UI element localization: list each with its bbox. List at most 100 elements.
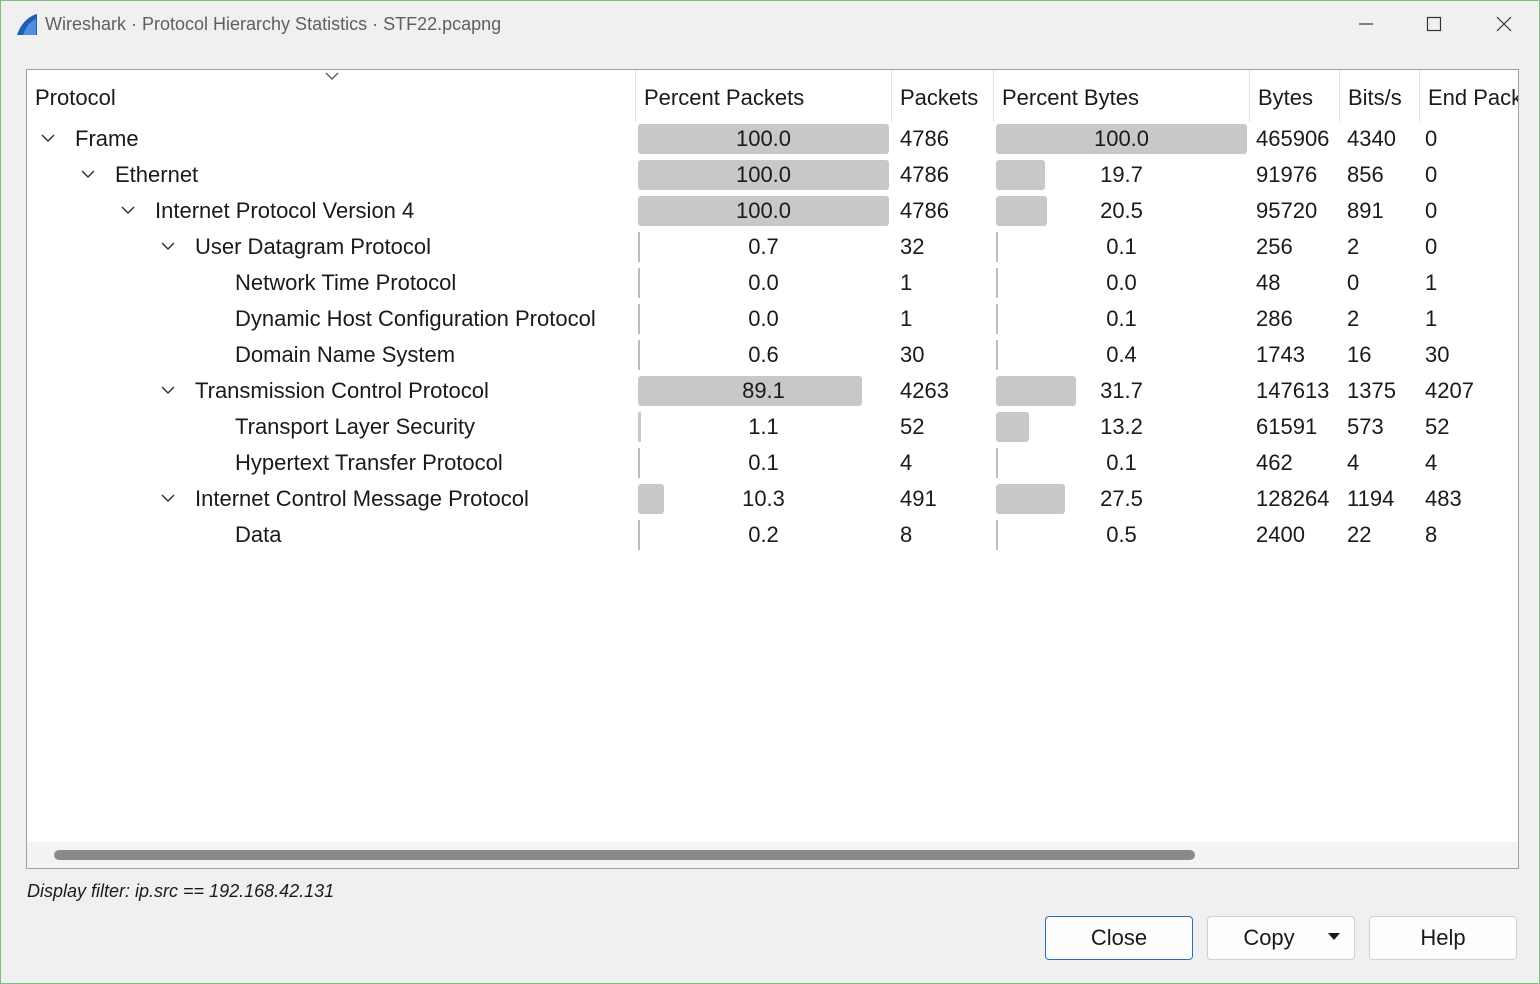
scrollbar-thumb[interactable] — [54, 850, 1195, 860]
tree-row[interactable]: Network Time Protocol 0.0 1 0.0 48 0 1 — [27, 265, 1518, 301]
percent-packets-value: 10.3 — [742, 486, 785, 511]
end-packets-value: 1 — [1425, 306, 1438, 331]
end-packets-value: 0 — [1425, 162, 1438, 187]
protocol-name: Ethernet — [115, 162, 199, 187]
protocol-name: User Datagram Protocol — [195, 234, 431, 259]
tree-row[interactable]: Transmission Control Protocol 89.1 4263 31.… — [27, 373, 1518, 409]
bytes-value: 1743 — [1256, 342, 1305, 367]
horizontal-scrollbar[interactable] — [27, 842, 1518, 868]
tree-row[interactable]: Domain Name System 0.6 30 0.4 1743 16 30 — [27, 337, 1518, 373]
end-packets-value: 8 — [1425, 522, 1438, 547]
column-header-bits-per-second[interactable]: Bits/s — [1340, 70, 1420, 122]
end-packets-value: 1 — [1425, 270, 1438, 295]
bytes-value: 128264 — [1256, 486, 1330, 511]
title-bar: Wireshark · Protocol Hierarchy Statistic… — [1, 1, 1539, 47]
dialog-window: Wireshark · Protocol Hierarchy Statistic… — [0, 0, 1540, 984]
chevron-down-icon[interactable] — [40, 132, 56, 144]
protocol-name: Internet Protocol Version 4 — [155, 198, 415, 223]
percent-packets-value: 89.1 — [742, 378, 785, 403]
close-icon — [1496, 16, 1512, 32]
bits-per-second-value: 22 — [1347, 522, 1372, 547]
end-packets-value: 0 — [1425, 126, 1438, 151]
end-packets-value: 483 — [1425, 486, 1462, 511]
packets-value: 52 — [900, 414, 925, 439]
bytes-value: 2400 — [1256, 522, 1305, 547]
copy-button-label: Copy — [1243, 925, 1295, 950]
end-packets-value: 30 — [1425, 342, 1450, 367]
column-header-end-packets[interactable]: End Pack — [1420, 70, 1518, 122]
percent-bytes-value: 0.4 — [1106, 342, 1137, 367]
tree-row[interactable]: Internet Control Message Protocol 10.3 491… — [27, 481, 1518, 517]
percent-packets-value: 100.0 — [735, 198, 792, 223]
end-packets-value: 0 — [1425, 198, 1438, 223]
end-packets-value: 52 — [1425, 414, 1450, 439]
bits-per-second-value: 856 — [1347, 162, 1384, 187]
bytes-value: 462 — [1256, 450, 1293, 475]
packets-value: 30 — [900, 342, 925, 367]
help-button-label: Help — [1420, 925, 1466, 950]
display-filter-label: Display filter: ip.src == 192.168.42.131 — [27, 881, 335, 901]
bits-per-second-value: 891 — [1347, 198, 1384, 223]
bytes-value: 95720 — [1256, 198, 1318, 223]
chevron-down-icon[interactable] — [160, 384, 176, 396]
protocol-hierarchy-tree[interactable]: Protocol Percent Packets Packets Percent… — [26, 69, 1519, 869]
bytes-value: 91976 — [1256, 162, 1318, 187]
chevron-down-icon[interactable] — [160, 492, 176, 504]
bits-per-second-value: 16 — [1347, 342, 1372, 367]
column-header-bytes[interactable]: Bytes — [1250, 70, 1340, 122]
dropdown-arrow-icon[interactable] — [1328, 933, 1340, 941]
tree-row[interactable]: User Datagram Protocol 0.7 32 0.1 256 2 0 — [27, 229, 1518, 265]
tree-row[interactable]: Transport Layer Security 1.1 52 13.2 61591 57… — [27, 409, 1518, 445]
chevron-down-icon[interactable] — [120, 204, 136, 216]
percent-packets-value: 0.0 — [748, 306, 779, 331]
percent-bytes-value: 100.0 — [1093, 126, 1150, 151]
percent-packets-value: 0.2 — [748, 522, 779, 547]
column-header-percent-packets[interactable]: Percent Packets — [636, 70, 892, 122]
percent-bytes-value: 31.7 — [1100, 378, 1143, 403]
bits-per-second-value: 1194 — [1347, 486, 1395, 511]
chevron-down-icon[interactable] — [80, 168, 96, 180]
tree-row[interactable]: Data 0.2 8 0.5 2400 22 8 — [27, 517, 1518, 553]
bytes-value: 147613 — [1256, 378, 1330, 403]
chevron-down-icon[interactable] — [160, 240, 176, 252]
packets-value: 4786 — [900, 126, 949, 151]
column-header-percent-bytes[interactable]: Percent Bytes — [994, 70, 1250, 122]
close-button[interactable]: Close — [1045, 916, 1193, 960]
bytes-value: 286 — [1256, 306, 1293, 331]
tree-row[interactable]: Internet Protocol Version 4 100.0 4786 20.5… — [27, 193, 1518, 229]
protocol-name: Internet Control Message Protocol — [195, 486, 529, 511]
close-button-label: Close — [1090, 925, 1148, 950]
protocol-name: Transport Layer Security — [235, 414, 476, 439]
wireshark-fin-icon — [17, 14, 37, 35]
copy-button[interactable]: Copy — [1207, 916, 1355, 960]
end-packets-value: 4207 — [1425, 378, 1474, 403]
column-header-packets[interactable]: Packets — [892, 70, 994, 122]
tree-row[interactable]: Frame 100.0 4786 100.0 465906 4340 0 — [27, 121, 1518, 157]
help-button[interactable]: Help — [1369, 916, 1517, 960]
protocol-name: Frame — [75, 126, 139, 151]
tree-row[interactable]: Dynamic Host Configuration Protocol 0.0 1 0… — [27, 301, 1518, 337]
packets-value: 4263 — [900, 378, 949, 403]
window-title: Wireshark · Protocol Hierarchy Statistic… — [45, 14, 502, 34]
tree-row[interactable]: Ethernet 100.0 4786 19.7 91976 856 0 — [27, 157, 1518, 193]
maximize-icon — [1426, 16, 1442, 32]
sort-descending-icon — [325, 72, 339, 80]
percent-bytes-value: 0.1 — [1106, 234, 1137, 259]
minimize-button[interactable] — [1331, 1, 1401, 47]
packets-value: 491 — [900, 486, 937, 511]
percent-bytes-value: 19.7 — [1100, 162, 1143, 187]
window-close-button[interactable] — [1469, 1, 1539, 47]
percent-packets-value: 100.0 — [735, 126, 792, 151]
end-packets-value: 0 — [1425, 234, 1438, 259]
bits-per-second-value: 2 — [1347, 234, 1360, 259]
percent-bytes-value: 0.1 — [1106, 450, 1137, 475]
percent-packets-value: 0.0 — [748, 270, 779, 295]
percent-packets-value: 0.1 — [748, 450, 779, 475]
bytes-value: 61591 — [1256, 414, 1318, 439]
tree-row[interactable]: Hypertext Transfer Protocol 0.1 4 0.1 462 4 4 — [27, 445, 1518, 481]
protocol-name: Dynamic Host Configuration Protocol — [235, 306, 596, 331]
bits-per-second-value: 4 — [1347, 450, 1360, 475]
maximize-button[interactable] — [1399, 1, 1469, 47]
bits-per-second-value: 1375 — [1347, 378, 1396, 403]
packets-value: 4786 — [900, 162, 949, 187]
